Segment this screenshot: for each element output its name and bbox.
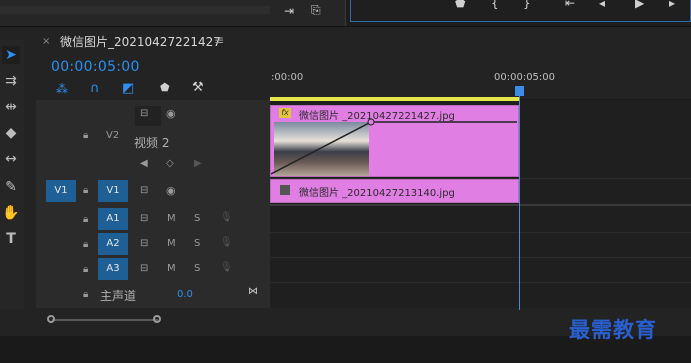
opacity-keyframe-line[interactable] (271, 106, 520, 178)
a3-sync-lock-icon[interactable]: ⊟ (140, 263, 148, 274)
master-lock-icon[interactable]: 🔒︎ (83, 289, 88, 300)
step-back-icon[interactable]: ◂ (599, 0, 605, 10)
a1-voiceover-icon[interactable]: 🎙︎ (220, 212, 233, 223)
v1-source-patch[interactable]: V1 (46, 180, 76, 202)
playhead-handle[interactable] (515, 86, 524, 96)
step-forward-icon[interactable]: ▸ (669, 0, 675, 10)
add-marker-timeline-icon[interactable]: ⬟ (160, 81, 170, 94)
a3-voiceover-icon[interactable]: 🎙︎ (220, 262, 233, 273)
a3-track-target[interactable]: A3 (98, 258, 128, 280)
v1-clip[interactable]: 微信图片 _20210427213140.jpg (270, 179, 519, 203)
track-divider-av (270, 204, 691, 206)
settings-wrench-icon[interactable]: ⚒ (192, 80, 204, 95)
tools-panel: ➤ ⇉ ⇹ ◆ ↔ ✎ ✋ T (0, 40, 24, 310)
v2-clip[interactable]: fx 微信图片 _20210427221427.jpg (270, 105, 519, 177)
work-area-bar[interactable] (270, 97, 519, 101)
v2-lock-icon[interactable]: 🔒︎ (83, 130, 88, 141)
mark-out-icon[interactable]: } (523, 0, 531, 10)
insert-icon[interactable]: ⇥ (284, 4, 294, 18)
ruler-5s-label: 00:00:05:00 (494, 72, 556, 83)
ripple-edit-tool-icon[interactable]: ⇹ (2, 98, 20, 116)
clip-image-icon (280, 185, 290, 195)
keyframe-prev-icon[interactable]: ◀ (140, 158, 148, 169)
v1-sync-lock-icon[interactable]: ⊟ (140, 185, 148, 196)
go-to-end-icon[interactable]: ⋈ (248, 286, 258, 297)
add-marker-icon[interactable]: ⬟ (455, 0, 465, 10)
playhead-line (519, 90, 520, 310)
scrollbar-thumb[interactable] (52, 319, 158, 321)
a2-track-target[interactable]: A2 (98, 233, 128, 255)
v2-toggle-output-icon[interactable]: ◉ (166, 107, 176, 120)
a1-lock-icon[interactable]: 🔒︎ (83, 214, 88, 225)
v2-track-name[interactable]: V2 (106, 130, 119, 141)
time-ruler[interactable]: :00:00 00:00:05:00 (270, 66, 691, 100)
close-tab-icon[interactable]: × (42, 36, 50, 47)
track-divider (270, 232, 691, 233)
nest-sequence-icon[interactable]: ⁂ (56, 82, 68, 96)
a1-sync-lock-icon[interactable]: ⊟ (140, 213, 148, 224)
scrollbar-right-handle[interactable] (153, 315, 161, 323)
slip-tool-icon[interactable]: ↔ (2, 150, 20, 168)
keyframe-add-icon[interactable]: ◇ (166, 158, 174, 169)
tracks-area[interactable]: fx 微信图片 _20210427221427.jpg 微信图片 _202104… (270, 100, 691, 308)
track-select-tool-icon[interactable]: ⇉ (2, 72, 20, 90)
v2-track-label[interactable]: 视频 2 (134, 134, 169, 151)
snap-icon[interactable]: ∩ (90, 81, 100, 96)
track-headers: ⊟ ◉ 🔒︎ V2 视频 2 ◀ ◇ ▶ V1 🔒︎ V1 ⊟ ◉ 🔒︎ A1 … (36, 100, 270, 308)
master-track-name: 主声道 (100, 289, 137, 303)
a2-voiceover-icon[interactable]: 🎙︎ (220, 237, 233, 248)
scrollbar-left-handle[interactable] (47, 315, 55, 323)
a3-lock-icon[interactable]: 🔒︎ (83, 264, 88, 275)
source-monitor-bottom: ⇥ ⎘ (0, 0, 346, 26)
mark-in-icon[interactable]: { (491, 0, 499, 10)
a2-lock-icon[interactable]: 🔒︎ (83, 239, 88, 250)
v2-sync-lock-icon[interactable]: ⊟ (140, 108, 148, 119)
a1-mute-button[interactable]: M (167, 213, 176, 224)
program-monitor-controls: ⬟ { } ⇤ ◂ ▶ ▸ (350, 0, 691, 22)
master-volume-value[interactable]: 0.0 (177, 289, 193, 300)
playhead-timecode[interactable]: 00:00:05:00 (51, 59, 140, 75)
go-to-in-icon[interactable]: ⇤ (565, 0, 575, 10)
a2-mute-button[interactable]: M (167, 238, 176, 249)
a2-sync-lock-icon[interactable]: ⊟ (140, 238, 148, 249)
type-tool-icon[interactable]: T (2, 230, 20, 248)
razor-tool-icon[interactable]: ◆ (2, 124, 20, 142)
v1-lock-icon[interactable]: 🔒︎ (83, 185, 88, 196)
play-icon[interactable]: ▶ (635, 0, 644, 10)
export-frame-icon[interactable]: ⎘ (311, 3, 321, 18)
selection-tool-icon[interactable]: ➤ (2, 46, 20, 64)
pen-tool-icon[interactable]: ✎ (2, 178, 20, 196)
v1-track-target[interactable]: V1 (98, 180, 128, 202)
track-divider (270, 282, 691, 283)
a2-solo-button[interactable]: S (194, 238, 200, 249)
v1-clip-label: 微信图片 _20210427213140.jpg (299, 188, 455, 199)
hand-tool-icon[interactable]: ✋ (2, 204, 20, 222)
track-divider (270, 257, 691, 258)
a1-track-target[interactable]: A1 (98, 208, 128, 230)
linked-selection-icon[interactable]: ◩ (122, 81, 134, 96)
sequence-tab-title[interactable]: 微信图片_20210427221427 (60, 33, 221, 50)
v1-toggle-output-icon[interactable]: ◉ (166, 184, 176, 197)
a1-solo-button[interactable]: S (194, 213, 200, 224)
watermark-text: 最需教育 (569, 317, 657, 342)
panel-menu-icon[interactable]: ≡ (214, 33, 224, 47)
a3-mute-button[interactable]: M (167, 263, 176, 274)
keyframe-next-icon[interactable]: ▶ (194, 158, 202, 169)
ruler-start-label: :00:00 (271, 72, 304, 83)
a3-solo-button[interactable]: S (194, 263, 200, 274)
source-scrub-bar[interactable] (0, 6, 270, 14)
